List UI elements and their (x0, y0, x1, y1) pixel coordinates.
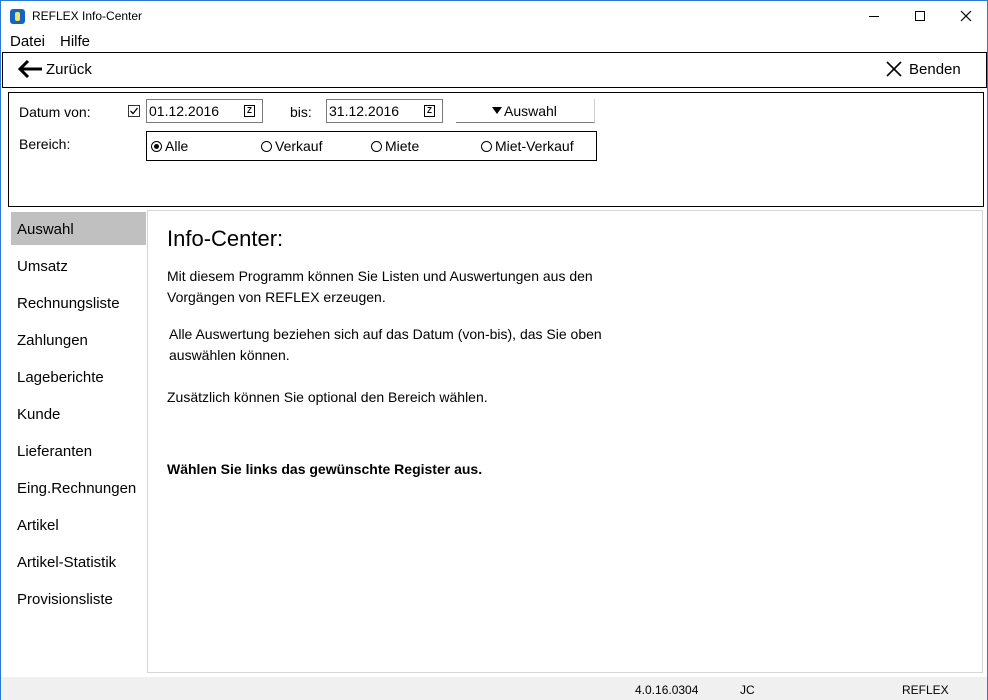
date-from-value: 01.12.2016 (149, 103, 220, 119)
radio-unchecked-icon (371, 140, 382, 152)
sidebar-item-rechnungsliste[interactable]: Rechnungsliste (11, 286, 146, 319)
menu-bar: Datei Hilfe (1, 31, 987, 51)
sidebar-item-lieferanten[interactable]: Lieferanten (11, 434, 146, 467)
end-button[interactable]: Benden (885, 60, 961, 78)
date-info-paragraph: Alle Auswertung beziehen sich auf das Da… (169, 326, 602, 363)
window-title: REFLEX Info-Center (32, 9, 143, 23)
radio-miete-label: Miete (385, 138, 420, 154)
sidebar-item-eing-rechnungen[interactable]: Eing.Rechnungen (11, 471, 146, 504)
auswahl-dropdown-button[interactable]: Auswahl (456, 99, 595, 123)
close-window-button[interactable] (943, 1, 988, 31)
back-label: Zurück (46, 60, 92, 78)
page-title: Info-Center: (167, 226, 284, 251)
status-app: REFLEX (902, 683, 949, 697)
sidebar-item-kunde[interactable]: Kunde (11, 397, 146, 430)
maximize-icon (915, 11, 925, 21)
caret-down-icon (492, 107, 502, 114)
app-window: REFLEX Info-Center Datei Hilfe Zurück Be… (0, 0, 988, 700)
bis-label: bis: (290, 104, 312, 120)
app-icon (10, 9, 25, 24)
menu-datei[interactable]: Datei (10, 33, 45, 50)
status-user: JC (740, 683, 755, 697)
maximize-button[interactable] (897, 1, 943, 31)
radio-unchecked-icon (261, 140, 272, 152)
date-to-field[interactable]: 31.12.2016 Z (326, 99, 443, 123)
date-enabled-checkbox[interactable] (128, 105, 140, 117)
radio-unchecked-icon (481, 140, 492, 152)
instruction-paragraph: Wählen Sie links das gewünschte Register… (167, 461, 483, 477)
sidebar-item-lageberichte[interactable]: Lageberichte (11, 360, 146, 393)
calendar-icon[interactable]: Z (244, 105, 255, 117)
radio-checked-icon (151, 140, 162, 152)
filter-panel: Datum von: 01.12.2016 Z bis: 31.12.2016 … (8, 92, 984, 207)
bereich-radio-group: Alle Verkauf Miete Miet-Verkauf (146, 131, 597, 161)
sidebar-item-artikel-statistik[interactable]: Artikel-Statistik (11, 545, 146, 578)
end-label: Benden (909, 60, 961, 78)
bereich-info-paragraph: Zusätzlich können Sie optional den Berei… (167, 389, 488, 405)
sidebar-item-auswahl[interactable]: Auswahl (11, 212, 146, 245)
date-to-value: 31.12.2016 (329, 103, 400, 119)
sidebar-item-zahlungen[interactable]: Zahlungen (11, 323, 146, 356)
status-version: 4.0.16.0304 (635, 683, 699, 697)
radio-alle-label: Alle (165, 138, 189, 154)
title-bar: REFLEX Info-Center (1, 1, 987, 31)
sidebar-item-umsatz[interactable]: Umsatz (11, 249, 146, 282)
menu-hilfe[interactable]: Hilfe (60, 33, 90, 50)
radio-miet-verkauf[interactable]: Miet-Verkauf (481, 138, 574, 154)
sidebar-item-artikel[interactable]: Artikel (11, 508, 146, 541)
sidebar: Auswahl Umsatz Rechnungsliste Zahlungen … (8, 210, 147, 672)
intro-paragraph: Mit diesem Programm können Sie Listen un… (167, 268, 593, 305)
content-panel: Info-Center: Mit diesem Programm können … (147, 210, 983, 673)
minimize-icon (869, 15, 879, 17)
back-button[interactable]: Zurück (17, 60, 92, 78)
datum-von-label: Datum von: (19, 104, 91, 120)
radio-alle[interactable]: Alle (151, 138, 188, 154)
radio-miet-verkauf-label: Miet-Verkauf (495, 138, 574, 154)
bereich-label: Bereich: (19, 136, 71, 152)
auswahl-label: Auswahl (504, 102, 557, 119)
calendar-icon[interactable]: Z (424, 105, 435, 117)
radio-verkauf[interactable]: Verkauf (261, 138, 322, 154)
close-icon (960, 10, 972, 22)
status-bar: 4.0.16.0304 JC REFLEX (1, 677, 987, 700)
close-icon (886, 61, 902, 77)
radio-verkauf-label: Verkauf (275, 138, 323, 154)
date-from-field[interactable]: 01.12.2016 Z (146, 99, 263, 123)
nav-bar: Zurück Benden (2, 52, 987, 88)
minimize-button[interactable] (851, 1, 897, 31)
sidebar-item-provisionsliste[interactable]: Provisionsliste (11, 582, 146, 615)
radio-miete[interactable]: Miete (371, 138, 419, 154)
arrow-left-icon (17, 60, 42, 78)
